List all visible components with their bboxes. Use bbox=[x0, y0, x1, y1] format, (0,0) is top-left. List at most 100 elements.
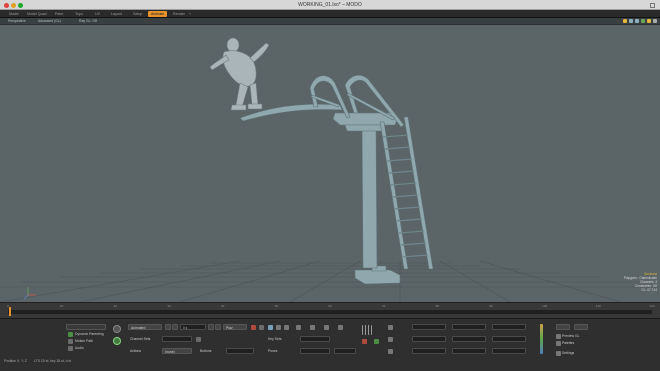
rotate-view-icon[interactable] bbox=[629, 19, 633, 23]
ground-grid bbox=[0, 260, 660, 302]
position-z-field[interactable] bbox=[492, 324, 526, 330]
tab-model[interactable]: Model bbox=[6, 11, 22, 17]
tab-paint[interactable]: Paint bbox=[52, 11, 66, 17]
layout-toggle-b[interactable] bbox=[574, 324, 588, 330]
motion-path-icon bbox=[68, 339, 73, 344]
current-time-field[interactable]: 0 s bbox=[180, 324, 206, 330]
scale-icon bbox=[388, 349, 393, 354]
add-tab-button[interactable]: + bbox=[186, 11, 194, 17]
viewport-info-overlay: Sunburst Polygons : Catmullclark Channel… bbox=[624, 272, 657, 292]
timeline-tick-label: 80 bbox=[435, 304, 439, 308]
status-hint: LTS 15 st: key 18 st, d st bbox=[34, 359, 72, 363]
ghost-icon[interactable] bbox=[268, 325, 273, 330]
record-icon[interactable] bbox=[113, 337, 121, 345]
motion-path-button[interactable]: Motion Path bbox=[75, 338, 93, 344]
window-title: WORKING_01.lxo* – MODO bbox=[298, 2, 362, 8]
layout-toggle-a[interactable] bbox=[556, 324, 570, 330]
tab-uv[interactable]: UV bbox=[92, 11, 103, 17]
delete-key-icon[interactable] bbox=[338, 325, 343, 330]
keyframe-filter-icon[interactable] bbox=[284, 325, 289, 330]
preview-gl-icon bbox=[556, 334, 561, 339]
go-start-icon[interactable] bbox=[165, 324, 171, 330]
prev-key-icon[interactable] bbox=[172, 324, 178, 330]
timeline[interactable]: 0 10 20 30 40 50 60 70 80 90 100 110 120 bbox=[0, 302, 660, 318]
go-end-icon[interactable] bbox=[215, 324, 221, 330]
timeline-tick-label: 120 bbox=[649, 304, 655, 308]
3d-viewport[interactable]: Sunburst Polygons : Catmullclark Channel… bbox=[0, 25, 660, 302]
auto-key-icon[interactable] bbox=[113, 325, 121, 333]
animated-dropdown[interactable]: Animated bbox=[128, 324, 162, 330]
viewport-options-icon[interactable] bbox=[653, 19, 657, 23]
poses-value-field[interactable] bbox=[334, 348, 356, 354]
channel-color-bar bbox=[540, 324, 543, 354]
audio-button[interactable]: Audio bbox=[75, 345, 84, 351]
timeline-tick-label: 10 bbox=[59, 304, 64, 308]
maximize-viewport-icon[interactable] bbox=[647, 19, 651, 23]
paste-key-icon[interactable] bbox=[310, 325, 315, 330]
unkey-icon[interactable] bbox=[259, 325, 264, 330]
dynamic-parenting-button[interactable]: Dynamic Parenting bbox=[75, 331, 104, 337]
title-bar: WORKING_01.lxo* – MODO bbox=[0, 0, 660, 10]
viewport-header: Perspective Advanced (GL) Ray GL: Off bbox=[0, 18, 660, 25]
settings-icon bbox=[556, 351, 561, 356]
timeline-tick-label: 60 bbox=[328, 304, 332, 308]
preview-gl-button[interactable]: Preview GL bbox=[562, 333, 580, 339]
world-axis-gizmo bbox=[23, 287, 36, 300]
character-model bbox=[209, 37, 270, 111]
position-y-field[interactable] bbox=[452, 324, 486, 330]
fit-view-icon[interactable] bbox=[641, 19, 645, 23]
tab-topo[interactable]: Topo bbox=[72, 11, 86, 17]
copy-key-icon[interactable] bbox=[296, 325, 301, 330]
dynamic-parenting-icon bbox=[68, 332, 73, 337]
apply-icon[interactable] bbox=[374, 339, 379, 344]
timeline-track[interactable] bbox=[8, 310, 652, 314]
scale-z-field[interactable] bbox=[492, 348, 526, 354]
timeline-ruler: 0 10 20 30 40 50 60 70 80 90 100 110 120 bbox=[7, 304, 655, 309]
rotation-z-field[interactable] bbox=[492, 336, 526, 342]
settings-button[interactable]: Settings bbox=[562, 350, 574, 356]
rotation-x-field[interactable] bbox=[412, 336, 446, 342]
view-mode-dropdown[interactable]: Perspective bbox=[8, 19, 26, 24]
timeline-tick-label: 70 bbox=[381, 304, 386, 308]
scale-y-field[interactable] bbox=[452, 348, 486, 354]
timeline-tick-label: 90 bbox=[489, 304, 493, 308]
rotation-icon bbox=[388, 337, 393, 342]
key-sets-label: Key Sets bbox=[268, 337, 282, 341]
scale-x-field[interactable] bbox=[412, 348, 446, 354]
shading-dropdown[interactable]: Advanced (GL) bbox=[38, 19, 61, 24]
cut-key-icon[interactable] bbox=[324, 325, 329, 330]
palettes-button[interactable]: Palettes bbox=[562, 340, 574, 346]
channel-sets-label: Channel Sets bbox=[130, 337, 151, 341]
raygl-toggle[interactable]: Ray GL: Off bbox=[79, 19, 97, 24]
fullscreen-icon[interactable] bbox=[650, 3, 655, 8]
play-button[interactable]: Play bbox=[223, 324, 247, 330]
timeline-tick-label: 110 bbox=[595, 304, 601, 308]
rotation-y-field[interactable] bbox=[452, 336, 486, 342]
timeline-tick-label: 20 bbox=[113, 304, 117, 308]
viewport-scene bbox=[0, 37, 660, 302]
poses-field[interactable] bbox=[300, 348, 330, 354]
actions-dropdown[interactable]: (none) bbox=[162, 348, 192, 354]
buttons-field[interactable] bbox=[226, 348, 254, 354]
next-key-icon[interactable] bbox=[208, 324, 214, 330]
record-key-icon[interactable] bbox=[362, 339, 367, 344]
tab-animate[interactable]: Animate bbox=[148, 11, 168, 17]
zoom-view-icon[interactable] bbox=[635, 19, 639, 23]
key-icon[interactable] bbox=[251, 325, 256, 330]
timeline-playhead[interactable] bbox=[9, 307, 11, 316]
channel-sets-add-icon[interactable] bbox=[196, 337, 201, 342]
tab-layout[interactable]: Layout bbox=[108, 11, 125, 17]
selection-grid-icon[interactable] bbox=[362, 325, 372, 335]
tab-setup[interactable]: Setup bbox=[130, 11, 145, 17]
move-view-icon[interactable] bbox=[623, 19, 627, 23]
key-sets-field[interactable] bbox=[300, 336, 330, 342]
tab-model-quad[interactable]: Model Quad bbox=[24, 11, 50, 17]
key-display-toggle[interactable] bbox=[66, 324, 106, 330]
animation-control-panel: Dynamic Parenting Motion Path Audio Anim… bbox=[0, 318, 660, 371]
position-x-field[interactable] bbox=[412, 324, 446, 330]
audio-icon bbox=[68, 346, 73, 351]
channel-sets-field[interactable] bbox=[162, 336, 192, 342]
diving-tower-model bbox=[239, 74, 434, 285]
viewport-nav-icons bbox=[623, 19, 657, 24]
onion-icon[interactable] bbox=[276, 325, 281, 330]
